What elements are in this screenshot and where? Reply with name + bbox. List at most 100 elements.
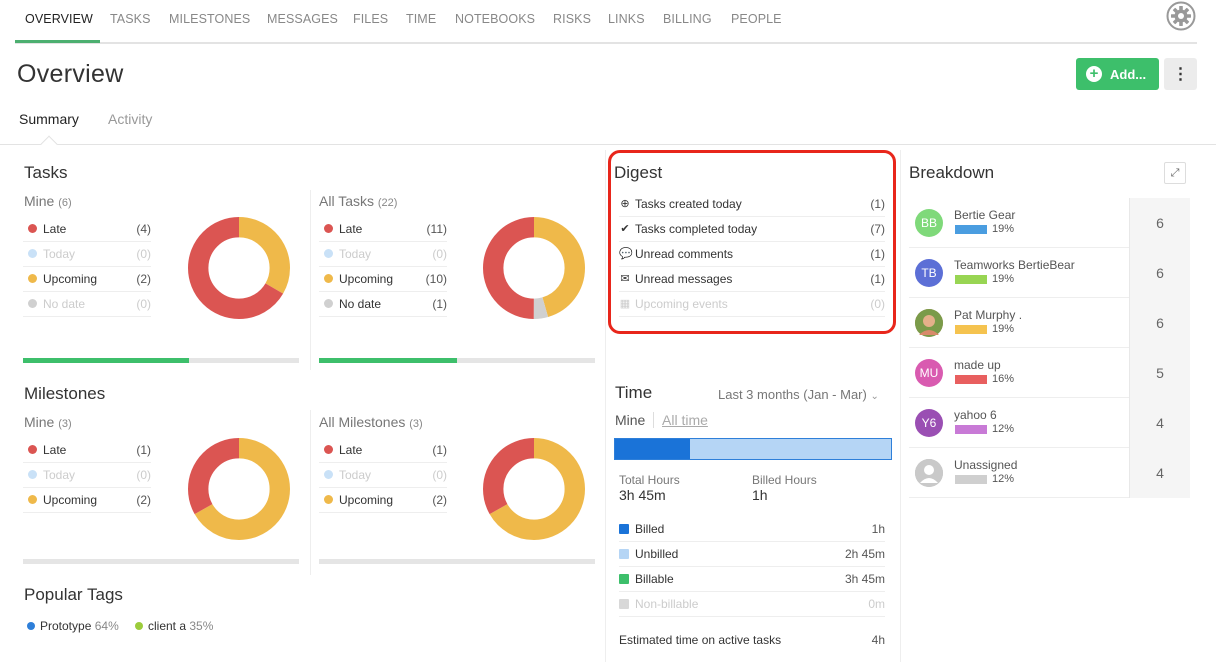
breakdown-row[interactable]: TB Teamworks BertieBear 19% 6	[909, 248, 1190, 298]
time-row-value: 0m	[868, 597, 885, 611]
digest-row[interactable]: ⊕ Tasks created today (1)	[619, 192, 885, 217]
time-row-label: Billable	[635, 572, 674, 586]
legend-dot	[28, 495, 37, 504]
task-count: 4	[1129, 448, 1190, 498]
subtab-summary[interactable]: Summary	[19, 111, 79, 127]
legend-dot	[28, 249, 37, 258]
digest-row-count: (1)	[870, 197, 885, 211]
nav-tab-messages[interactable]: MESSAGES	[267, 12, 338, 26]
breakdown-row[interactable]: Unassigned 12% 4	[909, 448, 1190, 498]
legend-label: Upcoming	[43, 493, 98, 507]
digest-row[interactable]: ▦ Upcoming events (0)	[619, 292, 885, 317]
digest-row[interactable]: ✔ Tasks completed today (7)	[619, 217, 885, 242]
legend-row-upcoming[interactable]: Upcoming (10)	[319, 267, 447, 292]
time-range-dropdown[interactable]: Last 3 months (Jan - Mar) ⌄	[718, 387, 879, 402]
legend-count: (1)	[136, 443, 151, 457]
legend-row-upcoming[interactable]: Upcoming (2)	[23, 488, 151, 513]
legend-row-today[interactable]: Today (0)	[319, 463, 447, 488]
time-filter-mine[interactable]: Mine	[615, 412, 645, 428]
legend-row-late[interactable]: Late (1)	[319, 438, 447, 463]
digest-row-count: (7)	[870, 222, 885, 236]
digest-row-label: Tasks created today	[635, 197, 742, 211]
legend-row-today[interactable]: Today (0)	[319, 242, 447, 267]
nav-tab-milestones[interactable]: MILESTONES	[169, 12, 250, 26]
legend-label: Today	[339, 247, 372, 261]
digest-row[interactable]: ✉ Unread messages (1)	[619, 267, 885, 292]
more-options-button[interactable]: ⋮	[1164, 58, 1197, 90]
digest-title: Digest	[614, 163, 663, 182]
divider	[605, 150, 606, 662]
legend-label: Upcoming	[43, 272, 98, 286]
task-count: 5	[1129, 348, 1190, 398]
legend-row-upcoming[interactable]: Upcoming (2)	[23, 267, 151, 292]
legend-label: Today	[43, 468, 76, 482]
nav-tab-people[interactable]: PEOPLE	[731, 12, 782, 26]
gear-icon[interactable]	[1166, 1, 1196, 31]
add-button[interactable]: + Add...	[1076, 58, 1159, 90]
breakdown-row[interactable]: MU made up 16% 5	[909, 348, 1190, 398]
milestones-all-label: All Milestones (3)	[319, 414, 423, 430]
legend-row-no-date[interactable]: No date (0)	[23, 292, 151, 317]
milestones-mine-label: Mine (3)	[24, 414, 72, 430]
avatar: MU	[915, 359, 943, 387]
time-row: Billable 3h 45m	[619, 567, 885, 592]
avatar: Y6	[915, 409, 943, 437]
share-percent: 16%	[992, 373, 1015, 385]
check-circle-icon: ✔	[620, 223, 630, 235]
time-row-value: 1h	[871, 522, 885, 536]
total-hours-label: Total Hours	[619, 473, 680, 487]
nav-tab-billing[interactable]: BILLING	[663, 12, 712, 26]
expand-icon[interactable]: ⤢	[1164, 162, 1186, 184]
tasks-mine-progress-bar	[23, 358, 299, 363]
legend-row-late[interactable]: Late (4)	[23, 217, 151, 242]
breakdown-row[interactable]: BB Bertie Gear 19% 6	[909, 198, 1190, 248]
legend-row-upcoming[interactable]: Upcoming (2)	[319, 488, 447, 513]
legend-row-late[interactable]: Late (1)	[23, 438, 151, 463]
breakdown-row[interactable]: Y6 yahoo 6 12% 4	[909, 398, 1190, 448]
plus-icon: +	[1086, 66, 1102, 82]
nav-tab-overview[interactable]: OVERVIEW	[25, 12, 93, 26]
legend-label: No date	[339, 297, 382, 311]
legend-row-today[interactable]: Today (0)	[23, 242, 151, 267]
tasks-all-donut-chart	[483, 217, 585, 319]
legend-count: (11)	[426, 222, 447, 236]
person-name: made up	[954, 358, 1001, 372]
avatar: TB	[915, 259, 943, 287]
task-count: 6	[1129, 298, 1190, 348]
share-bar	[955, 275, 987, 284]
breakdown-row[interactable]: Pat Murphy . 19% 6	[909, 298, 1190, 348]
legend-row-late[interactable]: Late (11)	[319, 217, 447, 242]
nav-tab-time[interactable]: TIME	[406, 12, 436, 26]
legend-row-today[interactable]: Today (0)	[23, 463, 151, 488]
nav-tab-tasks[interactable]: TASKS	[110, 12, 151, 26]
legend-row-no-date[interactable]: No date (1)	[319, 292, 447, 317]
billed-hours-value: 1h	[752, 487, 768, 503]
tag-color-dot	[27, 622, 35, 630]
time-filter-all[interactable]: All time	[662, 412, 708, 428]
time-color-square	[619, 574, 629, 584]
milestones-all-progress-bar	[319, 559, 595, 564]
time-color-square	[619, 524, 629, 534]
nav-tab-links[interactable]: LINKS	[608, 12, 645, 26]
share-bar	[955, 225, 987, 234]
nav-tab-notebooks[interactable]: NOTEBOOKS	[455, 12, 535, 26]
person-name: Bertie Gear	[954, 208, 1016, 222]
legend-count: (1)	[432, 443, 447, 457]
tasks-title: Tasks	[24, 163, 68, 182]
legend-label: Late	[339, 443, 363, 457]
time-row-label: Non-billable	[635, 597, 699, 611]
legend-dot	[28, 470, 37, 479]
digest-row[interactable]: 💬 Unread comments (1)	[619, 242, 885, 267]
nav-tab-files[interactable]: FILES	[353, 12, 388, 26]
envelope-icon: ✉	[620, 273, 630, 285]
subtab-activity[interactable]: Activity	[108, 111, 152, 127]
tag-prototype[interactable]: Prototype 64%	[27, 619, 119, 633]
task-count: 4	[1129, 398, 1190, 448]
person-name: Pat Murphy .	[954, 308, 1023, 322]
share-bar	[955, 375, 987, 384]
nav-tab-risks[interactable]: RISKS	[553, 12, 591, 26]
legend-dot	[28, 445, 37, 454]
tasks-all-progress-bar	[319, 358, 595, 363]
tag-client-a[interactable]: client a 35%	[135, 619, 213, 633]
person-name: Teamworks BertieBear	[954, 258, 1075, 272]
